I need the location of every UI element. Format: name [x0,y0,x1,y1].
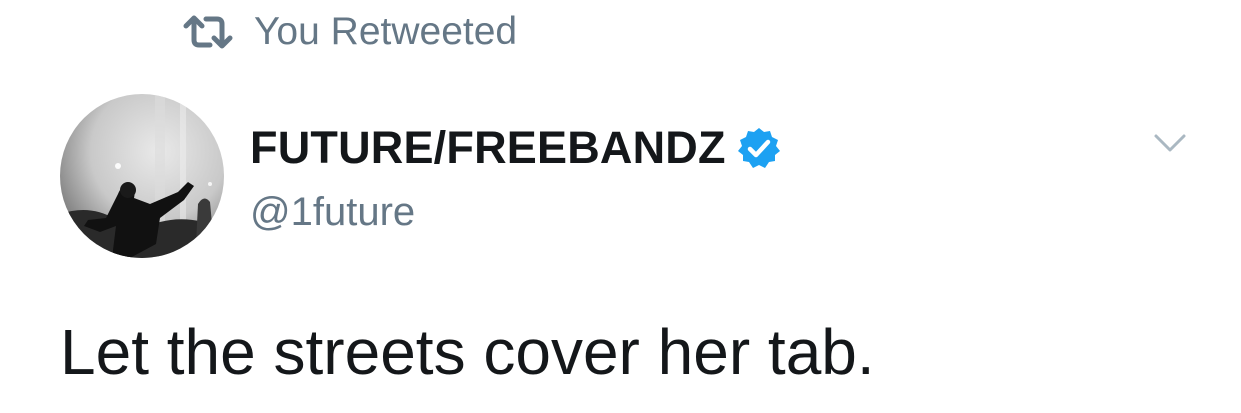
retweet-icon [180,12,236,52]
verified-badge-icon [736,126,782,172]
user-handle[interactable]: @1future [250,184,782,240]
author-block: FUTURE/FREEBANDZ @1future [250,118,782,240]
tweet-text: Let the streets cover her tab. [60,316,875,388]
retweet-context: You Retweeted [180,8,517,56]
chevron-down-icon[interactable] [1148,126,1192,162]
name-row: FUTURE/FREEBANDZ [250,118,782,178]
retweet-label: You Retweeted [254,10,518,53]
display-name[interactable]: FUTURE/FREEBANDZ [250,118,726,178]
tweet-card[interactable]: You Retweeted FUTURE/FREEBANDZ @1future … [0,0,1241,413]
avatar[interactable] [60,94,224,258]
